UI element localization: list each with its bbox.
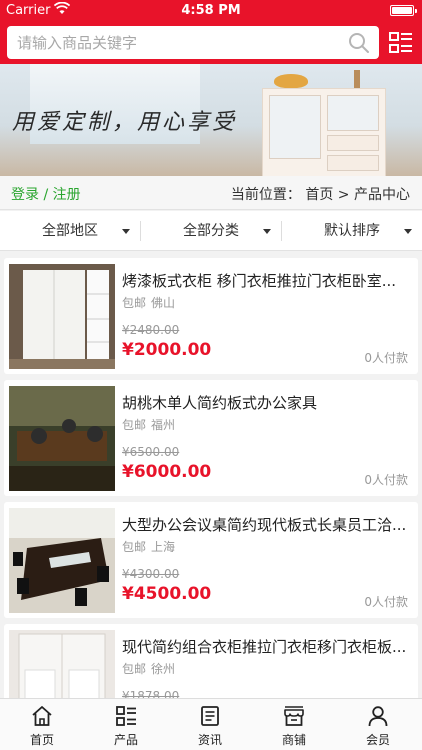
filter-region[interactable]: 全部地区 [0, 211, 140, 251]
product-list: 烤漆板式衣柜 移门衣柜推拉门衣柜卧室... 包邮 佛山 ¥2480.00 ¥200… [0, 252, 422, 698]
filter-sort[interactable]: 默认排序 [282, 211, 422, 251]
shipping-tag: 包邮 [122, 662, 147, 676]
fruit-bowl-image [274, 74, 308, 88]
tab-news[interactable]: 资讯 [168, 699, 252, 750]
home-icon [32, 706, 52, 726]
product-city: 福州 [151, 418, 176, 432]
search-icon[interactable] [347, 31, 371, 55]
cabinet-drawer [327, 155, 379, 171]
product-image [9, 630, 115, 698]
tab-member[interactable]: 会员 [336, 699, 420, 750]
filter-sort-label: 默认排序 [324, 223, 380, 239]
product-meta: 包邮 上海 [122, 538, 175, 555]
tab-home[interactable]: 首页 [0, 699, 84, 750]
caret-down-icon [263, 229, 271, 234]
banner-slogan: 用爱定制，用心享受 [12, 110, 238, 135]
cabinet-glass-door-right [327, 95, 379, 131]
cabinet-drawer [327, 135, 379, 151]
tab-shop-label: 商铺 [281, 733, 306, 747]
user-icon [368, 706, 388, 727]
product-card[interactable]: 烤漆板式衣柜 移门衣柜推拉门衣柜卧室... 包邮 佛山 ¥2480.00 ¥200… [4, 258, 418, 374]
login-breadcrumb-bar: 登录 / 注册 当前位置： 首页 > 产品中心 [0, 176, 422, 210]
tab-shop[interactable]: 商铺 [252, 699, 336, 750]
caret-down-icon [404, 229, 412, 234]
cabinet-image [262, 88, 386, 176]
tab-products-label: 产品 [113, 733, 138, 747]
product-city: 徐州 [151, 662, 176, 676]
original-price: ¥2480.00 [122, 323, 180, 337]
original-price: ¥4300.00 [122, 567, 180, 581]
product-meta: 包邮 佛山 [122, 294, 175, 311]
list-icon [116, 706, 136, 726]
product-image [9, 508, 115, 613]
sale-price: ¥2000.00 [122, 340, 212, 360]
product-title: 烤漆板式衣柜 移门衣柜推拉门衣柜卧室... [122, 272, 397, 290]
paid-count: 0人付款 [364, 473, 408, 487]
product-image [9, 386, 115, 491]
product-image [9, 264, 115, 369]
shipping-tag: 包邮 [122, 540, 147, 554]
header: Carrier 4:58 PM [0, 0, 422, 64]
shipping-tag: 包邮 [122, 418, 147, 432]
tab-products[interactable]: 产品 [84, 699, 168, 750]
bottom-tab-bar: 首页 产品 资讯 商铺 会员 [0, 698, 422, 750]
promo-banner[interactable]: 用爱定制，用心享受 [0, 64, 422, 176]
filter-category[interactable]: 全部分类 [141, 211, 281, 251]
sale-price: ¥6000.00 [122, 462, 212, 482]
product-meta: 包邮 福州 [122, 416, 175, 433]
product-title: 现代简约组合衣柜推拉门衣柜移门衣柜板... [122, 638, 407, 656]
shop-icon [284, 706, 304, 726]
filter-bar: 全部地区 全部分类 默认排序 [0, 211, 422, 251]
product-city: 上海 [151, 540, 176, 554]
breadcrumb: 当前位置： 首页 > 产品中心 [230, 187, 410, 203]
caret-down-icon [122, 229, 130, 234]
shipping-tag: 包邮 [122, 296, 147, 310]
product-title: 大型办公会议桌简约现代板式长桌员工洽... [122, 516, 407, 534]
search-input[interactable] [17, 26, 337, 59]
category-menu-icon[interactable] [388, 30, 414, 56]
product-card[interactable]: 胡桃木单人简约板式办公家具 包邮 福州 ¥6500.00 ¥6000.00 0人付… [4, 380, 418, 496]
filter-region-label: 全部地区 [42, 223, 98, 239]
paid-count: 0人付款 [364, 595, 408, 609]
news-icon [201, 706, 219, 726]
search-box [7, 26, 379, 59]
login-register-link[interactable]: 登录 / 注册 [11, 184, 81, 204]
status-bar: Carrier 4:58 PM [0, 0, 422, 22]
product-title: 胡桃木单人简约板式办公家具 [122, 394, 318, 412]
original-price: ¥6500.00 [122, 445, 180, 459]
sale-price: ¥4500.00 [122, 584, 212, 604]
tab-news-label: 资讯 [197, 733, 222, 747]
filter-category-label: 全部分类 [183, 223, 239, 239]
original-price: ¥1878.00 [122, 689, 180, 698]
product-meta: 包邮 徐州 [122, 660, 175, 677]
battery-icon [390, 5, 417, 16]
vase-image [354, 70, 360, 90]
product-city: 佛山 [151, 296, 176, 310]
tab-member-label: 会员 [365, 733, 390, 747]
cabinet-glass-door [269, 95, 321, 159]
product-card[interactable]: 大型办公会议桌简约现代板式长桌员工洽... 包邮 上海 ¥4300.00 ¥450… [4, 502, 418, 618]
product-card[interactable]: 现代简约组合衣柜推拉门衣柜移门衣柜板... 包邮 徐州 ¥1878.00 [4, 624, 418, 698]
paid-count: 0人付款 [364, 351, 408, 365]
tab-home-label: 首页 [29, 733, 54, 747]
clock: 4:58 PM [181, 3, 241, 18]
